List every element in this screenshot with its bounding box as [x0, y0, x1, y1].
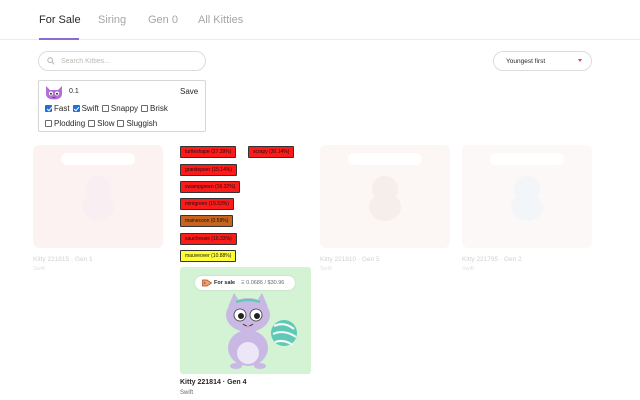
kitty-illustration	[226, 293, 297, 369]
kitty-card-faded[interactable]: Kitty 221815 · Gen 1 Swift	[33, 145, 163, 272]
checkbox-sluggish[interactable]	[117, 120, 125, 127]
price-threshold: 0.1	[69, 88, 79, 95]
option-label: Sluggish	[126, 119, 158, 128]
checkbox-swift[interactable]	[72, 105, 80, 112]
kitty-title[interactable]: Kitty 221814 · Gen 4	[180, 379, 247, 386]
option-snappy[interactable]: Snappy	[101, 104, 139, 113]
for-sale-label: For sale	[214, 280, 236, 286]
kitty-illustration	[82, 176, 114, 221]
option-slow[interactable]: Slow	[88, 119, 114, 128]
gene-tag: sauchessie (16.33%)	[180, 233, 237, 245]
kitty-illustration	[511, 176, 543, 221]
tab-all-kitties[interactable]: All Kitties	[198, 14, 243, 26]
option-label: Plodding	[54, 119, 86, 128]
kitty-card-faded[interactable]: Kitty 221795 · Gen 2 Swift	[462, 145, 592, 272]
tab-bar: For Sale Siring Gen 0 All Kitties	[0, 0, 640, 40]
tab-gen-0[interactable]: Gen 0	[148, 14, 178, 26]
cat-face-icon	[46, 86, 62, 100]
chevron-down-icon	[578, 59, 582, 62]
checkbox-slow[interactable]	[88, 120, 96, 127]
gene-tag: turtleshape (27.39%)	[180, 146, 237, 158]
option-label: Fast	[54, 104, 70, 113]
option-label: Brisk	[150, 104, 168, 113]
gene-tag: granitepeer (15.14%)	[180, 164, 237, 176]
kitty-speed: Swift	[180, 390, 194, 396]
gene-tag: swampgreen (16.32%)	[180, 181, 241, 193]
gene-tag: scrapy (30.14%)	[248, 146, 295, 158]
kitty-speed: Swift	[320, 266, 332, 272]
kitty-title: Kitty 221810 · Gen 5	[320, 256, 380, 263]
for-sale-pill: For sale Ξ 0.0686 / $30.96	[195, 276, 295, 290]
search-icon	[47, 57, 55, 65]
option-sluggish[interactable]: Sluggish	[117, 119, 157, 128]
option-label: Slow	[97, 119, 115, 128]
checkbox-fast[interactable]	[45, 105, 52, 112]
option-label: Snappy	[110, 104, 139, 113]
option-fast[interactable]: Fast	[45, 104, 70, 113]
for-sale-pill	[61, 153, 135, 165]
option-plodding[interactable]: Plodding	[45, 119, 85, 128]
kitty-card[interactable]: For sale Ξ 0.0686 / $30.96	[180, 267, 311, 374]
gene-tag: mainecoon (0.59%)	[180, 215, 234, 227]
option-brisk[interactable]: Brisk	[141, 104, 168, 113]
checkbox-plodding[interactable]	[45, 120, 52, 127]
active-tab-indicator	[39, 38, 79, 40]
speed-options-row-1: Fast Swift Snappy Brisk	[45, 104, 171, 113]
for-sale-pill	[348, 153, 422, 165]
option-label: Swift	[81, 104, 99, 113]
gene-tag: mauveover (10.88%)	[180, 250, 237, 262]
kitty-illustration	[369, 176, 401, 221]
search-box[interactable]	[38, 51, 206, 71]
checkbox-brisk[interactable]	[141, 105, 149, 112]
gene-tag: mintgreen (15.53%)	[180, 198, 234, 210]
option-swift[interactable]: Swift	[72, 104, 99, 113]
price-tag-icon	[202, 279, 212, 287]
kitty-speed: Swift	[33, 266, 45, 272]
sale-price: Ξ 0.0686 / $30.96	[241, 280, 285, 286]
kitty-title: Kitty 221795 · Gen 2	[462, 256, 522, 263]
sort-selected-value: Youngest first	[506, 58, 546, 65]
kitty-title: Kitty 221815 · Gen 1	[33, 256, 93, 263]
search-input[interactable]	[61, 54, 199, 68]
extension-filter-panel: 0.1 Save Fast Swift Snappy Brisk Ploddin…	[38, 80, 206, 132]
tab-for-sale[interactable]: For Sale	[39, 14, 81, 26]
tab-siring[interactable]: Siring	[98, 14, 126, 26]
kitty-speed: Swift	[462, 266, 474, 272]
checkbox-snappy[interactable]	[101, 105, 109, 112]
save-button[interactable]: Save	[180, 87, 198, 96]
for-sale-pill	[490, 153, 564, 165]
sort-dropdown[interactable]: Youngest first	[493, 51, 592, 71]
speed-options-row-2: Plodding Slow Sluggish	[45, 119, 160, 128]
kitty-card-faded[interactable]: Kitty 221810 · Gen 5 Swift	[320, 145, 450, 272]
